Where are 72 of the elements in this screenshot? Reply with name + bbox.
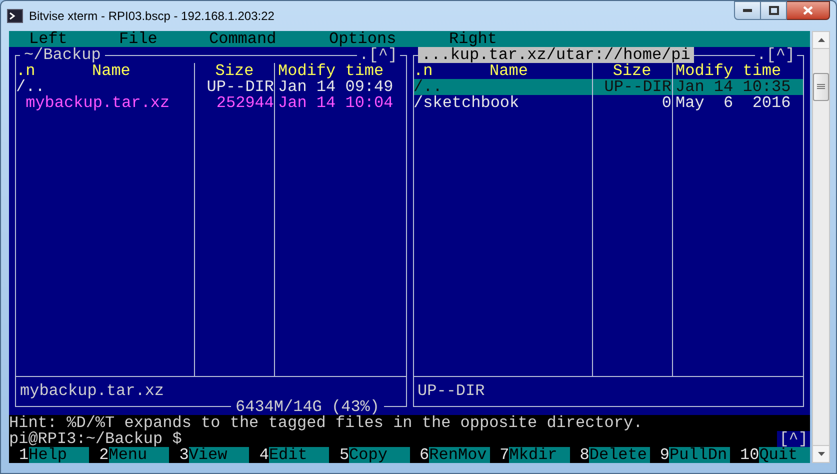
function-key[interactable]: Help — [28, 447, 90, 463]
file-time: May 6 2016 — [672, 95, 804, 111]
function-key[interactable]: Copy — [349, 447, 410, 463]
file-size: 0 — [592, 95, 672, 111]
down-arrow-icon — [818, 452, 824, 456]
sort-marker[interactable]: .[^] — [754, 47, 798, 63]
close-icon — [803, 6, 813, 15]
scroll-thumb[interactable] — [813, 73, 829, 101]
file-time: Jan 14 10:04 — [274, 95, 406, 111]
file-name: /sketchbook — [414, 95, 520, 111]
terminal-app-icon — [7, 9, 23, 23]
key-number: 8 — [578, 447, 590, 463]
hint-text: Hint: %D/%T expands to the tagged files in the opposite directory. — [9, 415, 810, 431]
panel-path: ~/Backup — [20, 47, 105, 63]
prompt-indicator: [^] — [777, 431, 810, 447]
file-size: UP--DIR — [592, 79, 672, 95]
file-name: /.. — [414, 79, 442, 95]
key-number: 1 — [19, 447, 29, 463]
grip-icon — [817, 84, 825, 90]
function-key[interactable]: Quit — [759, 447, 810, 463]
menu-item[interactable]: File — [119, 31, 209, 47]
menu-item[interactable]: Right — [449, 31, 539, 47]
function-key[interactable]: Mkdir — [509, 447, 570, 463]
sort-marker[interactable]: .[^] — [357, 47, 400, 63]
file-row[interactable]: /.. UP--DIR Jan 14 09:49 — [16, 79, 406, 95]
file-name: /.. — [16, 79, 45, 95]
file-size: UP--DIR — [194, 79, 274, 95]
key-number: 3 — [178, 447, 189, 463]
column-header[interactable]: .n — [414, 63, 490, 79]
file-time: Jan 14 09:49 — [274, 79, 406, 95]
key-number: 9 — [658, 447, 670, 463]
function-key[interactable]: View — [188, 447, 250, 463]
column-header[interactable]: Name — [92, 63, 130, 79]
file-row[interactable]: mybackup.tar.xz 252944 Jan 14 10:04 — [16, 95, 406, 111]
menu-item[interactable]: Left — [29, 31, 119, 47]
scroll-down-button[interactable] — [813, 445, 829, 462]
key-number: 4 — [258, 447, 269, 463]
shell-prompt: pi@RPI3:~/Backup $ — [9, 431, 182, 447]
function-key[interactable]: Edit — [268, 447, 330, 463]
menu-item[interactable]: Options — [329, 31, 449, 47]
maximize-button[interactable] — [761, 1, 787, 20]
menu-item[interactable]: Command — [209, 31, 329, 47]
function-key[interactable]: Menu — [108, 447, 170, 463]
function-key[interactable]: Delete — [589, 447, 650, 463]
file-row[interactable]: /.. UP--DIR Jan 14 10:35 — [414, 79, 804, 95]
column-header[interactable]: Modify time — [274, 63, 406, 79]
column-header[interactable]: Size — [194, 63, 274, 79]
column-header[interactable]: .n — [16, 63, 92, 79]
file-size: 252944 — [194, 95, 274, 111]
file-time: Jan 14 10:35 — [672, 79, 804, 95]
window-title: Bitvise xterm - RPI03.bscp - 192.168.1.203:22 — [29, 8, 274, 25]
key-number: 5 — [338, 447, 350, 463]
maximize-icon — [768, 6, 778, 15]
up-arrow-icon — [818, 38, 824, 42]
disk-usage: 6434M/14G (43%) — [231, 399, 384, 415]
scrollbar[interactable] — [812, 31, 830, 463]
key-number: 2 — [99, 447, 109, 463]
minimize-icon — [743, 9, 752, 12]
column-header[interactable]: Name — [490, 63, 528, 79]
function-key[interactable]: PullDn — [669, 447, 730, 463]
key-number: 6 — [418, 447, 430, 463]
file-name: mybackup.tar.xz — [24, 95, 171, 111]
key-number: 7 — [498, 447, 510, 463]
key-number: 10 — [738, 447, 760, 463]
file-info: mybackup.tar.xz — [20, 382, 164, 400]
file-info: UP--DIR — [418, 382, 485, 400]
scroll-up-button[interactable] — [813, 32, 829, 49]
minimize-button[interactable] — [734, 1, 761, 20]
close-button[interactable] — [787, 1, 830, 20]
file-row[interactable]: /sketchbook 0 May 6 2016 — [414, 95, 804, 111]
function-key[interactable]: RenMov — [429, 447, 490, 463]
panel-path: ...kup.tar.xz/utar://home/pi — [418, 47, 694, 63]
